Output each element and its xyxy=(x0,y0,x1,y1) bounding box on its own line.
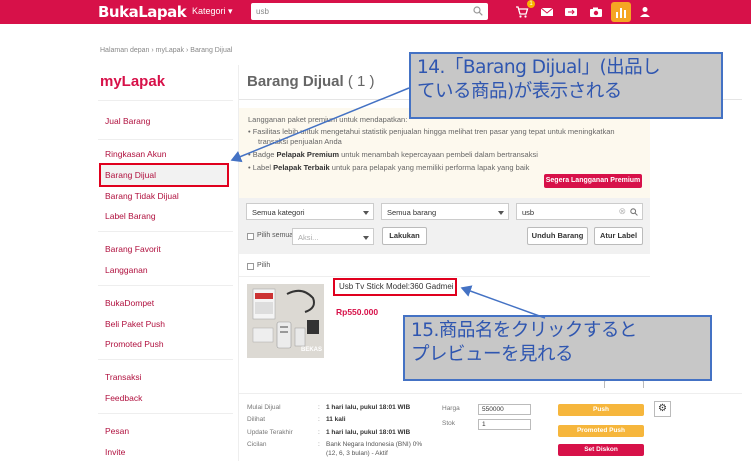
arrow-to-product-name xyxy=(460,285,546,319)
annotation-arrows xyxy=(230,87,546,319)
arrow-to-sidebar-item xyxy=(230,87,410,163)
